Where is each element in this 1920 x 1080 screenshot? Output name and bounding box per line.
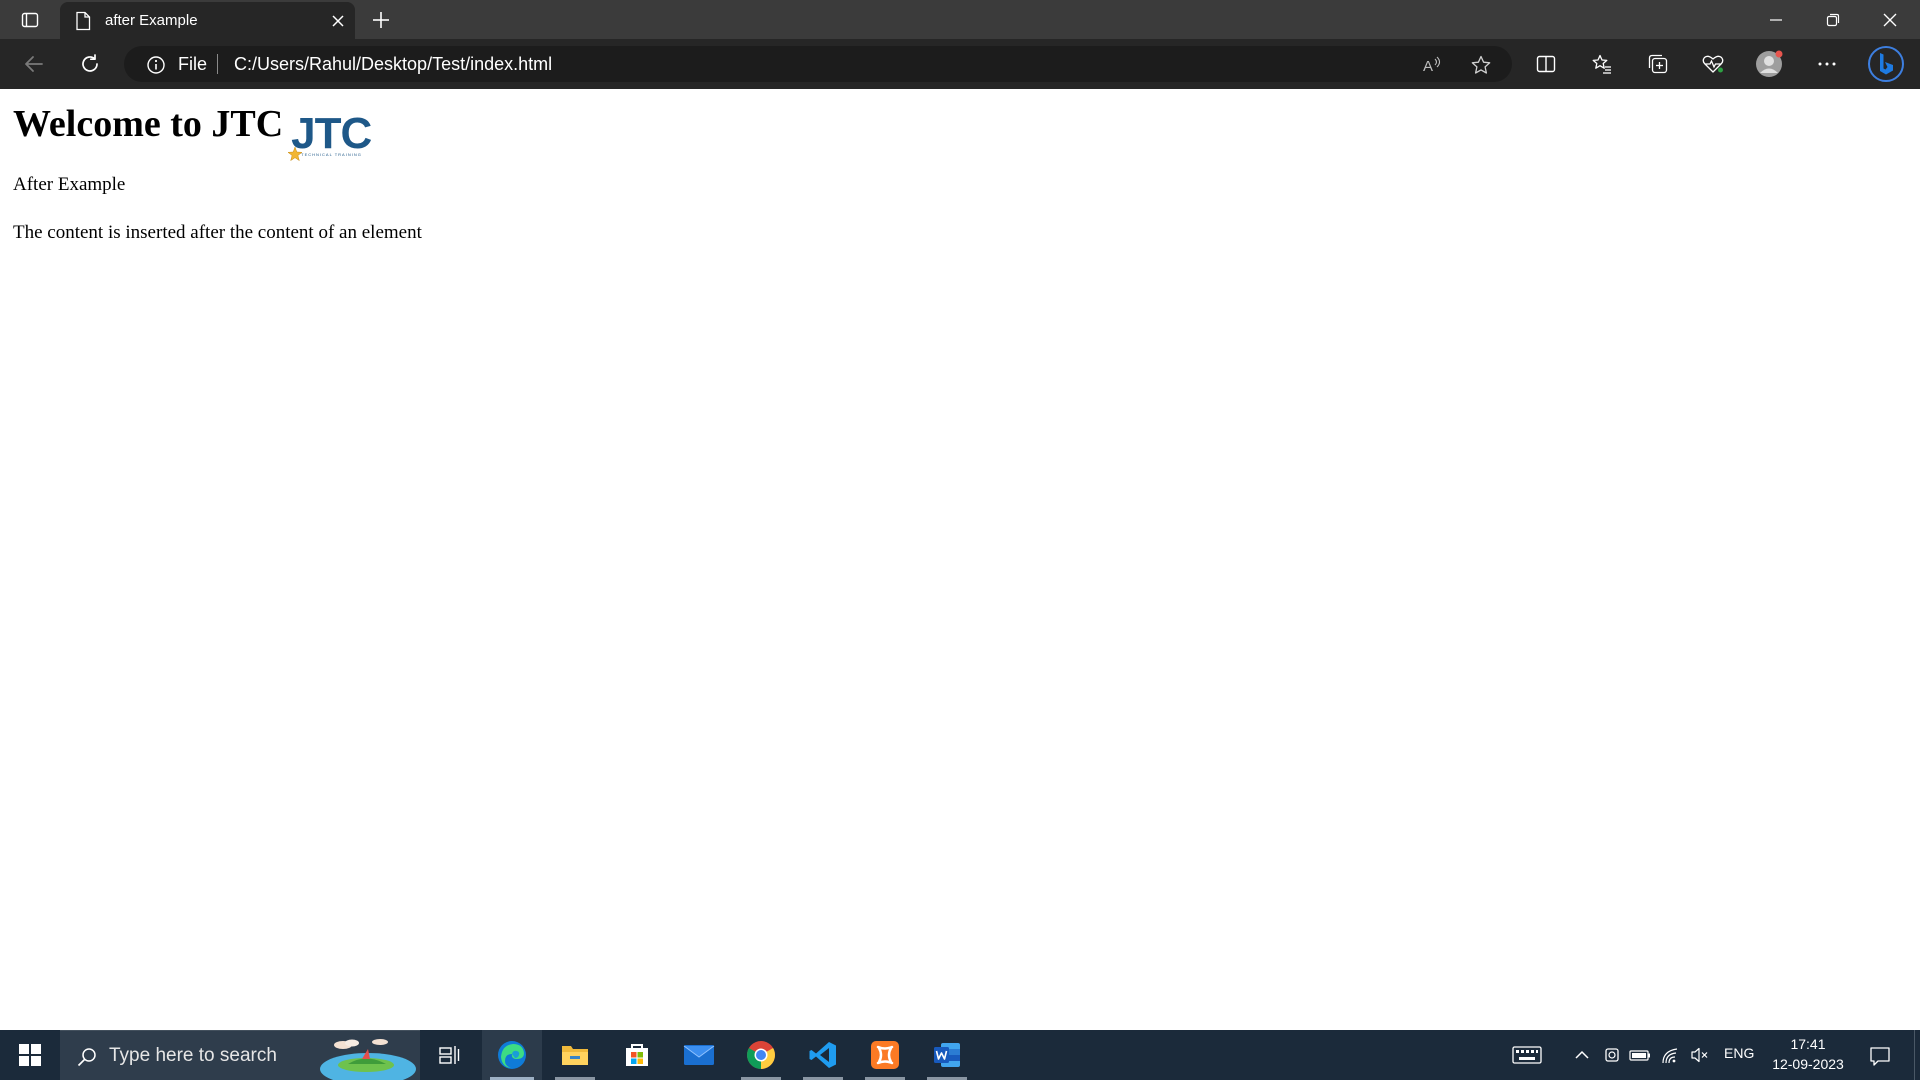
- address-scheme-label[interactable]: File: [178, 54, 207, 75]
- new-tab-button[interactable]: [366, 6, 396, 34]
- tab-actions-icon: [21, 12, 39, 28]
- camera-icon: [1605, 1048, 1619, 1062]
- keyboard-icon: [1512, 1046, 1542, 1064]
- back-icon: [25, 56, 43, 72]
- browser-essentials-icon: [1702, 55, 1724, 73]
- minimize-button[interactable]: [1748, 0, 1804, 39]
- close-icon: [1883, 13, 1897, 26]
- split-screen-icon: [1536, 55, 1556, 73]
- page-heading: Welcome to JTC: [13, 103, 284, 145]
- logo-subtext: TECHNICAL TRAINING: [301, 152, 362, 157]
- taskbar-app-mail[interactable]: [669, 1030, 729, 1080]
- after-example-text: After Example: [13, 174, 126, 195]
- search-icon: [77, 1048, 96, 1067]
- browser-tab-active[interactable]: after Example: [60, 2, 355, 39]
- logo-text: JTC: [291, 109, 372, 158]
- bing-copilot-button[interactable]: [1866, 44, 1906, 84]
- wifi-icon: [1662, 1048, 1678, 1064]
- collections-button[interactable]: [1641, 48, 1675, 80]
- favorites-icon: [1592, 54, 1611, 74]
- windows-taskbar: Type here to search ENG 17:41 12-09-2023: [0, 1030, 1920, 1080]
- restore-button[interactable]: [1805, 0, 1861, 39]
- battery-tray[interactable]: [1628, 1043, 1652, 1067]
- task-view-icon: [439, 1046, 460, 1064]
- clock-date: 12-09-2023: [1772, 1056, 1844, 1072]
- description-text: The content is inserted after the conten…: [13, 222, 422, 243]
- collections-icon: [1648, 54, 1668, 74]
- address-bar[interactable]: File C:/Users/Rahul/Desktop/Test/index.h…: [124, 46, 1512, 82]
- chrome-icon: [747, 1041, 775, 1069]
- plus-icon: [373, 12, 389, 28]
- show-desktop-button[interactable]: [1914, 1030, 1920, 1080]
- read-aloud-button[interactable]: A: [1420, 53, 1444, 77]
- address-separator: [217, 54, 218, 74]
- jtc-logo: JTC TECHNICAL TRAINING: [287, 109, 387, 166]
- xampp-icon: [871, 1041, 899, 1069]
- add-favorite-button[interactable]: [1469, 53, 1493, 77]
- volume-muted-icon: [1691, 1047, 1708, 1063]
- more-options-button[interactable]: [1810, 48, 1844, 80]
- battery-icon: [1629, 1050, 1650, 1061]
- taskbar-app-file-explorer[interactable]: [545, 1030, 605, 1080]
- windows-logo-icon: [19, 1044, 41, 1066]
- word-icon: [934, 1043, 960, 1067]
- search-highlight-art: [320, 1039, 416, 1080]
- favorite-star-icon: [1471, 55, 1491, 74]
- minimize-icon: [1770, 18, 1782, 21]
- chevron-up-icon: [1575, 1050, 1589, 1059]
- mail-icon: [683, 1045, 715, 1065]
- taskbar-app-vscode[interactable]: [793, 1030, 853, 1080]
- notification-icon: [1870, 1047, 1890, 1066]
- taskbar-app-xampp[interactable]: [855, 1030, 915, 1080]
- browser-titlebar: after Example: [0, 0, 1920, 39]
- taskbar-app-store[interactable]: [607, 1030, 667, 1080]
- file-explorer-icon: [562, 1046, 588, 1065]
- file-icon: [76, 11, 91, 31]
- address-url[interactable]: C:/Users/Rahul/Desktop/Test/index.html: [234, 54, 552, 75]
- split-screen-button[interactable]: [1529, 48, 1563, 80]
- web-page-content: Welcome to JTC JTC TECHNICAL TRAINING Af…: [0, 89, 1920, 1030]
- heading-row: Welcome to JTC JTC TECHNICAL TRAINING: [13, 102, 387, 166]
- taskbar-app-chrome[interactable]: [731, 1030, 791, 1080]
- refresh-icon: [82, 54, 98, 72]
- profile-avatar: [1756, 50, 1783, 77]
- start-button[interactable]: [0, 1030, 60, 1080]
- microsoft-store-icon: [626, 1044, 648, 1066]
- star-icon: [287, 146, 303, 162]
- restore-icon: [1826, 13, 1840, 26]
- favorites-button[interactable]: [1585, 48, 1619, 80]
- tab-title: after Example: [105, 12, 198, 29]
- input-language-indicator[interactable]: ENG: [1724, 1045, 1754, 1061]
- browser-toolbar: File C:/Users/Rahul/Desktop/Test/index.h…: [0, 39, 1920, 89]
- clock-time: 17:41: [1790, 1036, 1826, 1052]
- search-placeholder: Type here to search: [109, 1045, 277, 1066]
- info-icon[interactable]: [146, 55, 166, 75]
- tab-close-icon[interactable]: [329, 12, 347, 30]
- taskbar-app-edge[interactable]: [482, 1030, 542, 1080]
- touch-keyboard-button[interactable]: [1510, 1043, 1544, 1067]
- window-close-button[interactable]: [1862, 0, 1918, 39]
- more-icon: [1818, 62, 1836, 66]
- action-center-button[interactable]: [1866, 1042, 1894, 1070]
- volume-tray[interactable]: [1688, 1043, 1712, 1067]
- vscode-icon: [809, 1042, 836, 1068]
- show-hidden-icons-button[interactable]: [1570, 1043, 1594, 1067]
- taskbar-app-word[interactable]: [917, 1030, 977, 1080]
- task-view-button[interactable]: [420, 1030, 480, 1080]
- meet-now-tray[interactable]: [1600, 1043, 1624, 1067]
- refresh-button[interactable]: [73, 48, 107, 80]
- taskbar-clock[interactable]: 17:41 12-09-2023: [1766, 1034, 1850, 1074]
- read-aloud-icon: A: [1423, 56, 1441, 75]
- back-button[interactable]: [17, 48, 51, 80]
- bing-copilot-icon: [1868, 46, 1904, 82]
- svg-text:A: A: [1423, 58, 1433, 75]
- taskbar-search-box[interactable]: Type here to search: [60, 1030, 420, 1080]
- tab-actions-button[interactable]: [14, 6, 46, 34]
- profile-button[interactable]: [1752, 48, 1786, 80]
- browser-essentials-button[interactable]: [1696, 48, 1730, 80]
- edge-icon: [498, 1041, 526, 1069]
- network-tray[interactable]: [1659, 1043, 1683, 1067]
